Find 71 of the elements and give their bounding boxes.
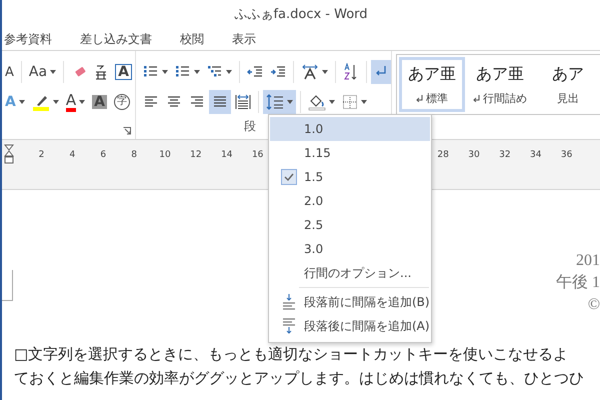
- caret-icon: [286, 100, 293, 104]
- enclosed-char-button[interactable]: 字: [110, 90, 133, 114]
- space-before-icon: [282, 294, 296, 310]
- menu-item[interactable]: 2.0: [270, 189, 430, 213]
- ruler-number: 30: [467, 150, 481, 160]
- menu-item[interactable]: 2.5: [270, 213, 430, 237]
- ruler-number: 2: [38, 150, 46, 160]
- caret-icon: [18, 100, 25, 104]
- font-color-button[interactable]: A: [62, 90, 88, 114]
- ruler-number: 34: [529, 150, 542, 160]
- caret-icon: [226, 70, 232, 74]
- caret-icon: [328, 100, 335, 104]
- caret-icon: [360, 100, 367, 104]
- ruler-number: 8: [130, 150, 138, 160]
- style-preview: あア: [552, 64, 584, 84]
- ruler-number: 12: [189, 150, 203, 160]
- ruler-number: 16: [250, 150, 264, 160]
- style-preview: あア亜: [476, 64, 524, 84]
- line-spacing-button[interactable]: [262, 90, 296, 114]
- caret-icon: [79, 100, 86, 104]
- menu-item[interactable]: 1.0: [270, 117, 430, 141]
- caret-icon: [50, 70, 56, 74]
- text-direction-icon: [300, 64, 319, 80]
- paragraph-text: □文字列を選択するときに、もっとも適切なショートカットキーを使いこなせるよ: [14, 344, 570, 365]
- ruler-number: 6: [99, 150, 108, 160]
- menu-item[interactable]: 1.15: [270, 141, 430, 165]
- menu-item[interactable]: 3.0: [270, 237, 430, 261]
- paragraph-text: ておくと編集作業の効率がググッとアップします。はじめは慣れなくても、ひとつひ: [14, 368, 584, 389]
- menu-item[interactable]: 段落前に間隔を追加(B): [270, 290, 430, 314]
- style-tile[interactable]: あア亜 標準: [398, 57, 465, 112]
- highlighter-icon: [32, 93, 50, 111]
- furigana-icon: [94, 64, 108, 80]
- menu-item[interactable]: 1.5: [270, 165, 430, 189]
- ruler-number: 10: [158, 150, 172, 160]
- distribute-icon: [234, 94, 251, 110]
- caret-icon: [162, 70, 168, 74]
- ribbon-tab[interactable]: 差し込み文書: [80, 30, 172, 48]
- paint-bucket-icon: [308, 93, 326, 111]
- style-preview: あア亜: [408, 64, 456, 84]
- line-spacing-icon: [266, 93, 284, 111]
- justify-button[interactable]: [208, 90, 231, 114]
- window-title: ふふぁfa.docx - Word: [234, 6, 368, 23]
- group-label: 段: [244, 118, 256, 135]
- ruler-number: 32: [498, 150, 512, 160]
- ribbon-tab[interactable]: 表示: [232, 30, 276, 48]
- style-name: 標準: [426, 90, 448, 106]
- document-text: 午後 1: [556, 273, 600, 293]
- ribbon-tab[interactable]: 校閲: [180, 30, 224, 48]
- ruler-number: 14: [220, 150, 234, 160]
- style-name: 行間詰め: [482, 90, 527, 106]
- ruler-number: 36: [560, 150, 574, 160]
- style-name: 見出: [556, 90, 579, 106]
- space-after-icon: [282, 318, 296, 334]
- menu-item[interactable]: 段落後に間隔を追加(A): [270, 314, 430, 338]
- caret-icon: [52, 100, 59, 104]
- ruler-number: 4: [68, 150, 76, 160]
- margin-corner-mark: [2, 270, 13, 301]
- document-text: 201: [576, 251, 600, 271]
- boxed-char-button[interactable]: A: [112, 60, 135, 84]
- sort-icon: [342, 63, 359, 81]
- ribbon-tab[interactable]: 参考資料: [4, 30, 72, 48]
- ruler-number: 28: [436, 150, 450, 160]
- menu-item[interactable]: 行間のオプション...: [270, 261, 430, 285]
- change-case-button[interactable]: Aa: [26, 60, 60, 84]
- document-text: ©: [588, 295, 600, 315]
- caret-icon: [322, 70, 328, 74]
- show-marks-button[interactable]: [370, 60, 391, 84]
- caret-icon: [194, 70, 200, 74]
- borders-icon: [342, 94, 358, 110]
- grow-font-button[interactable]: A: [2, 60, 17, 84]
- dialog-launcher-icon[interactable]: [122, 127, 131, 135]
